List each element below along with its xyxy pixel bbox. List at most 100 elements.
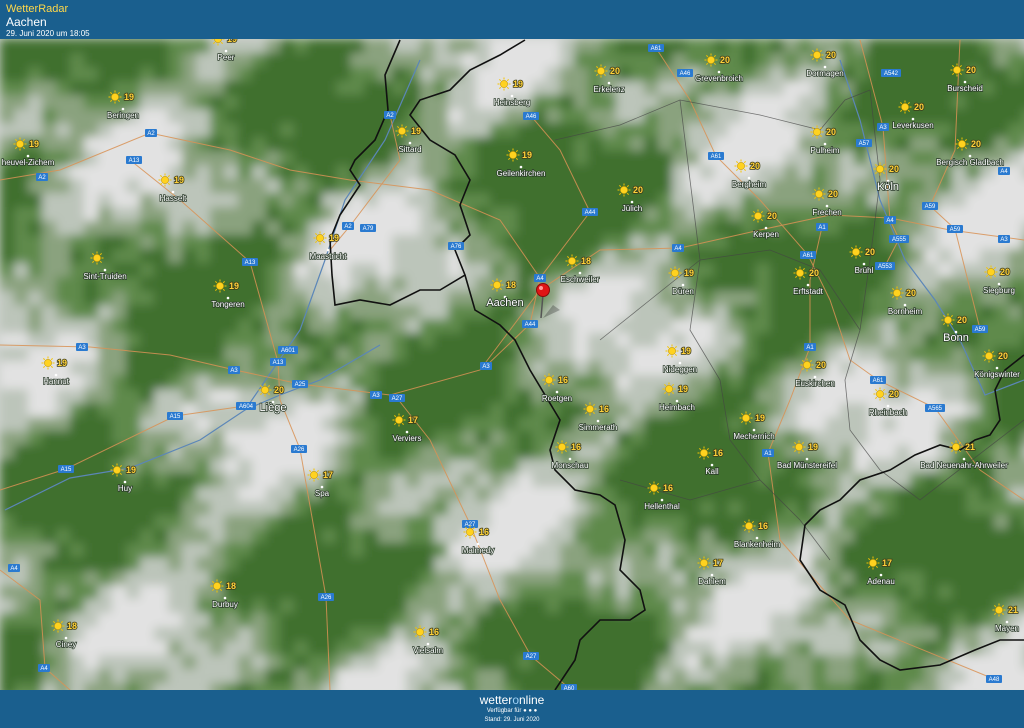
city-name: Maastricht bbox=[310, 252, 348, 261]
city-dot bbox=[224, 49, 228, 53]
temperature-label: 19 bbox=[126, 465, 136, 475]
road-shield: A25 bbox=[292, 380, 308, 388]
temperature-label: 17 bbox=[713, 558, 723, 568]
temperature-label: 19 bbox=[229, 281, 239, 291]
city-name: Aachen bbox=[486, 297, 523, 309]
sun-icon bbox=[697, 446, 711, 460]
temperature-label: 16 bbox=[558, 375, 568, 385]
road-shield: A15 bbox=[58, 465, 74, 473]
road-shield: A59 bbox=[972, 325, 988, 333]
city-name: Pulheim bbox=[811, 146, 840, 155]
location-title: Aachen bbox=[6, 15, 47, 29]
sun-icon bbox=[866, 556, 880, 570]
temperature-label: 20 bbox=[809, 268, 819, 278]
temperature-label: 20 bbox=[914, 102, 924, 112]
road-shield-label: A44 bbox=[525, 322, 536, 328]
sun-icon bbox=[617, 183, 631, 197]
temperature-label: 19 bbox=[684, 268, 694, 278]
road-shield: A13 bbox=[126, 156, 142, 164]
sun-icon bbox=[110, 463, 124, 477]
road-shield: A46 bbox=[523, 112, 539, 120]
road-shield-label: A48 bbox=[989, 677, 1000, 683]
city-dot bbox=[886, 404, 890, 408]
city-name: Durbuy bbox=[212, 600, 238, 609]
city-dot bbox=[519, 165, 523, 169]
sun-icon bbox=[873, 387, 887, 401]
temperature-label: 20 bbox=[971, 139, 981, 149]
city-dot bbox=[825, 204, 829, 208]
city-dot bbox=[997, 282, 1001, 286]
road-shield-label: A565 bbox=[928, 406, 943, 412]
road-shield-label: A25 bbox=[295, 382, 306, 388]
map-canvas[interactable]: A2 A2 A13 A13 A3 A3 A13 A601 A25 A604 A15 A15 A26 A26… bbox=[0, 39, 1024, 690]
temperature-label: 20 bbox=[889, 389, 899, 399]
road-shield-label: A57 bbox=[859, 141, 870, 147]
city-name: Köln bbox=[877, 181, 899, 193]
road-shield: A2 bbox=[342, 222, 354, 230]
sun-icon bbox=[873, 162, 887, 176]
city-name: Burscheid bbox=[947, 84, 983, 93]
temperature-label: 19 bbox=[522, 150, 532, 160]
city-dot bbox=[426, 642, 430, 646]
city-name: Peer bbox=[218, 53, 235, 62]
sun-icon bbox=[307, 468, 321, 482]
city-name: Dormagen bbox=[806, 69, 843, 78]
city-name: heuvel-Zichem bbox=[2, 158, 55, 167]
temperature-label: 17 bbox=[882, 558, 892, 568]
radar-map[interactable]: A2 A2 A13 A13 A3 A3 A13 A601 A25 A604 A15 A15 A26 A26… bbox=[0, 39, 1024, 690]
road-shield-label: A59 bbox=[925, 204, 936, 210]
road-shield-label: A4 bbox=[10, 566, 18, 572]
road-shield: A61 bbox=[800, 251, 816, 259]
sun-icon bbox=[792, 440, 806, 454]
road-shield-label: A4 bbox=[674, 246, 682, 252]
city-name: Spa bbox=[315, 489, 330, 498]
timestamp: 29. Juni 2020 um 18:05 bbox=[6, 29, 90, 38]
city-dot bbox=[962, 457, 966, 461]
temperature-label: 19 bbox=[755, 413, 765, 423]
city-name: Ciney bbox=[56, 640, 76, 649]
temperature-label: 17 bbox=[323, 470, 333, 480]
road-shield-label: A3 bbox=[879, 125, 887, 131]
sun-icon bbox=[542, 373, 556, 387]
road-shield: A1 bbox=[762, 449, 774, 457]
wetteronline-logo[interactable]: wetteronline bbox=[0, 690, 1024, 707]
sun-icon bbox=[984, 265, 998, 279]
road-shield-label: A1 bbox=[818, 225, 826, 231]
city-name: Beringen bbox=[107, 111, 139, 120]
road-shield: A57 bbox=[856, 139, 872, 147]
temperature-label: 19 bbox=[411, 126, 421, 136]
road-shield-label: A13 bbox=[129, 158, 140, 164]
city-name: Bornheim bbox=[888, 307, 923, 316]
city-dot bbox=[1005, 620, 1009, 624]
city-name: Brühl bbox=[855, 266, 874, 275]
sun-icon bbox=[665, 344, 679, 358]
road-shield: A3 bbox=[480, 362, 492, 370]
road-shield-label: A79 bbox=[363, 226, 374, 232]
sun-icon bbox=[583, 402, 597, 416]
city-dot bbox=[805, 457, 809, 461]
road-shield-label: A2 bbox=[344, 224, 352, 230]
city-dot bbox=[710, 573, 714, 577]
road-shield: A565 bbox=[925, 404, 945, 412]
sun-icon bbox=[890, 286, 904, 300]
road-shield: A3 bbox=[76, 343, 88, 351]
road-shield-label: A3 bbox=[230, 368, 238, 374]
city-dot bbox=[813, 375, 817, 379]
sun-icon bbox=[213, 279, 227, 293]
city-name: Rheinbach bbox=[869, 408, 907, 417]
temperature-label: 20 bbox=[865, 247, 875, 257]
city-name: Liège bbox=[260, 402, 287, 414]
sun-icon bbox=[647, 481, 661, 495]
temperature-label: 20 bbox=[610, 66, 620, 76]
road-shield-label: A542 bbox=[884, 71, 899, 77]
temperature-label: 16 bbox=[663, 483, 673, 493]
city-dot bbox=[320, 485, 324, 489]
city-name: Siegburg bbox=[983, 286, 1015, 295]
sun-icon bbox=[704, 53, 718, 67]
sun-icon bbox=[898, 100, 912, 114]
city-dot bbox=[823, 142, 827, 146]
road-shield-label: A26 bbox=[294, 447, 305, 453]
city-name: Dahlem bbox=[698, 577, 726, 586]
sun-icon bbox=[565, 254, 579, 268]
temperature-label: 19 bbox=[678, 384, 688, 394]
